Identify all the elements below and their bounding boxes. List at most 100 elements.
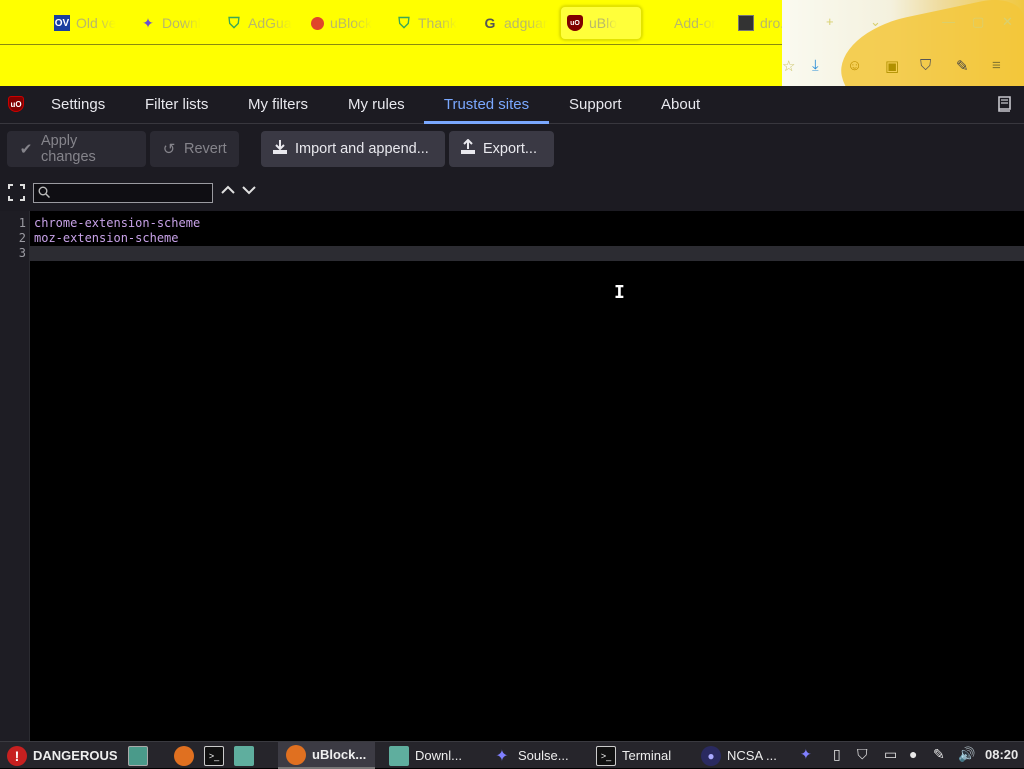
tab-label: Thank — [418, 15, 457, 31]
line-number: 2 — [18, 231, 26, 245]
tab-label: uBlock — [330, 15, 373, 31]
apply-changes-label: Apply changes — [40, 133, 96, 165]
tab-my-rules[interactable]: My rules — [348, 86, 405, 124]
tab-label: Downl — [162, 15, 201, 31]
hummingbird-icon: ✦ — [142, 14, 154, 31]
folder-icon — [234, 745, 254, 766]
clipboard-tray-icon[interactable]: ▯ — [833, 746, 841, 763]
terminal-icon: >_ — [596, 745, 616, 766]
search-input[interactable] — [33, 183, 213, 203]
adguard-shield-icon: ⛉ — [398, 14, 410, 32]
close-icon[interactable]: ✕ — [1002, 14, 1013, 30]
soulseek-tray-icon[interactable]: ✦ — [800, 746, 812, 763]
terminal-icon: >_ — [204, 745, 224, 766]
extension-icon[interactable]: ✎ — [956, 57, 969, 75]
checkmark-icon: ✔ — [19, 141, 33, 158]
ov-icon: OV — [54, 15, 70, 31]
user-tray-icon[interactable]: ● — [909, 746, 917, 762]
taskbar-window-soulseek[interactable]: ✦ Soulse... — [492, 742, 569, 769]
extension-face-icon[interactable]: ☺ — [847, 57, 862, 74]
code-line[interactable]: moz-extension-scheme — [34, 231, 179, 245]
taskbar-window-ublock[interactable]: uBlock... — [278, 742, 375, 769]
launcher-files[interactable] — [234, 742, 254, 769]
launcher-firefox[interactable] — [174, 742, 194, 769]
revert-button[interactable]: ↺ Revert — [150, 131, 239, 167]
taskbar-window-ncsa[interactable]: ● NCSA ... — [701, 742, 777, 769]
tab-label: Add-or — [674, 15, 717, 31]
bookmark-star-icon[interactable]: ☆ — [782, 57, 795, 75]
code-line[interactable]: chrome-extension-scheme — [34, 216, 200, 230]
hamburger-menu-icon[interactable]: ≡ — [992, 57, 1001, 74]
search-bar — [0, 174, 1024, 211]
browser-tab-3[interactable]: ⛉ AdGua — [226, 6, 298, 40]
browser-tab-4[interactable]: uBlock — [311, 6, 383, 40]
tab-about[interactable]: About — [661, 86, 700, 124]
active-line-highlight — [30, 246, 1024, 261]
clock[interactable]: 08:20 — [985, 747, 1018, 762]
download-icon[interactable]: ⤓ — [812, 57, 819, 74]
tab-trusted-sites[interactable]: Trusted sites — [424, 86, 549, 124]
fullscreen-icon[interactable] — [7, 183, 26, 202]
editor-toolbar: ✔ Apply changes ↺ Revert Import and appe… — [0, 124, 1024, 174]
search-previous-icon[interactable] — [221, 182, 235, 198]
revert-label: Revert — [184, 141, 227, 157]
ublock-icon: uO — [567, 15, 583, 31]
browser-tab-6[interactable]: G adguar — [482, 6, 554, 40]
line-number: 3 — [18, 246, 26, 260]
window-label: Downl... — [415, 748, 462, 763]
browser-tab-2[interactable]: ✦ Downl — [140, 6, 212, 40]
book-icon[interactable] — [996, 95, 1014, 113]
volume-icon[interactable]: 🔊 — [958, 746, 975, 763]
image-file-icon — [738, 15, 754, 31]
taskbar-window-downloads[interactable]: Downl... — [389, 742, 462, 769]
import-icon — [271, 139, 289, 159]
new-tab-icon[interactable]: + — [826, 14, 834, 29]
maximize-icon[interactable]: ▢ — [972, 14, 984, 30]
shield-tray-icon[interactable]: ⛉ — [857, 746, 868, 763]
display-tray-icon[interactable]: ▭ — [884, 746, 897, 763]
hummingbird-icon: ✦ — [495, 747, 509, 765]
trusted-sites-editor[interactable]: 1 2 3 chrome-extension-scheme moz-extens… — [0, 211, 1024, 741]
export-button[interactable]: Export... — [449, 131, 554, 167]
tab-list-icon[interactable]: ⌄ — [870, 14, 881, 30]
window-label: uBlock... — [312, 747, 367, 762]
desktop-icon — [128, 745, 148, 766]
tab-filter-lists[interactable]: Filter lists — [145, 86, 208, 124]
line-number: 1 — [18, 216, 26, 230]
theme-background-art: + ⌄ — ▢ ✕ ☆ ⤓ ☺ ▣ ⛉ ✎ ≡ — [782, 0, 1024, 86]
browser-tab-active[interactable]: uO uBlo — [560, 6, 642, 40]
firefox-icon — [311, 16, 324, 30]
ublock-toolbar-icon[interactable]: ⛉ — [920, 57, 931, 74]
tab-label: AdGua — [248, 15, 292, 31]
export-label: Export... — [483, 141, 537, 157]
show-desktop-button[interactable] — [128, 742, 148, 769]
google-icon: G — [484, 15, 496, 31]
clipboard-icon[interactable]: ▣ — [885, 57, 899, 75]
window-label: Soulse... — [518, 748, 569, 763]
browser-tab-5[interactable]: ⛉ Thank — [396, 6, 468, 40]
browser-tab-8[interactable]: Add-or — [652, 6, 724, 40]
apply-changes-button[interactable]: ✔ Apply changes — [7, 131, 146, 167]
launcher-terminal[interactable]: >_ — [204, 742, 224, 769]
blank-icon — [652, 15, 668, 31]
search-icon — [38, 186, 51, 201]
export-icon — [459, 138, 477, 159]
tab-my-filters[interactable]: My filters — [248, 86, 308, 124]
tab-label: Old ve — [76, 15, 117, 31]
browser-tab-1[interactable]: OV Old ve — [54, 6, 126, 40]
tab-settings[interactable]: Settings — [51, 86, 105, 124]
dashboard-tabs: uO Settings Filter lists My filters My r… — [0, 86, 1024, 124]
ncsa-icon: ● — [701, 745, 721, 766]
import-append-button[interactable]: Import and append... — [261, 131, 445, 167]
danger-status[interactable]: ! DANGEROUS — [7, 742, 118, 769]
ublock-logo-icon: uO — [8, 96, 24, 112]
taskbar: ! DANGEROUS >_ uBlock... Downl... ✦ Soul… — [0, 741, 1024, 769]
undo-icon: ↺ — [162, 141, 176, 158]
pen-tray-icon[interactable]: ✎ — [933, 746, 945, 763]
taskbar-window-terminal[interactable]: >_ Terminal — [596, 742, 671, 769]
minimize-icon[interactable]: — — [942, 14, 955, 29]
tab-support[interactable]: Support — [569, 86, 622, 124]
window-label: NCSA ... — [727, 748, 777, 763]
firefox-icon — [286, 744, 306, 765]
search-next-icon[interactable] — [242, 182, 256, 198]
